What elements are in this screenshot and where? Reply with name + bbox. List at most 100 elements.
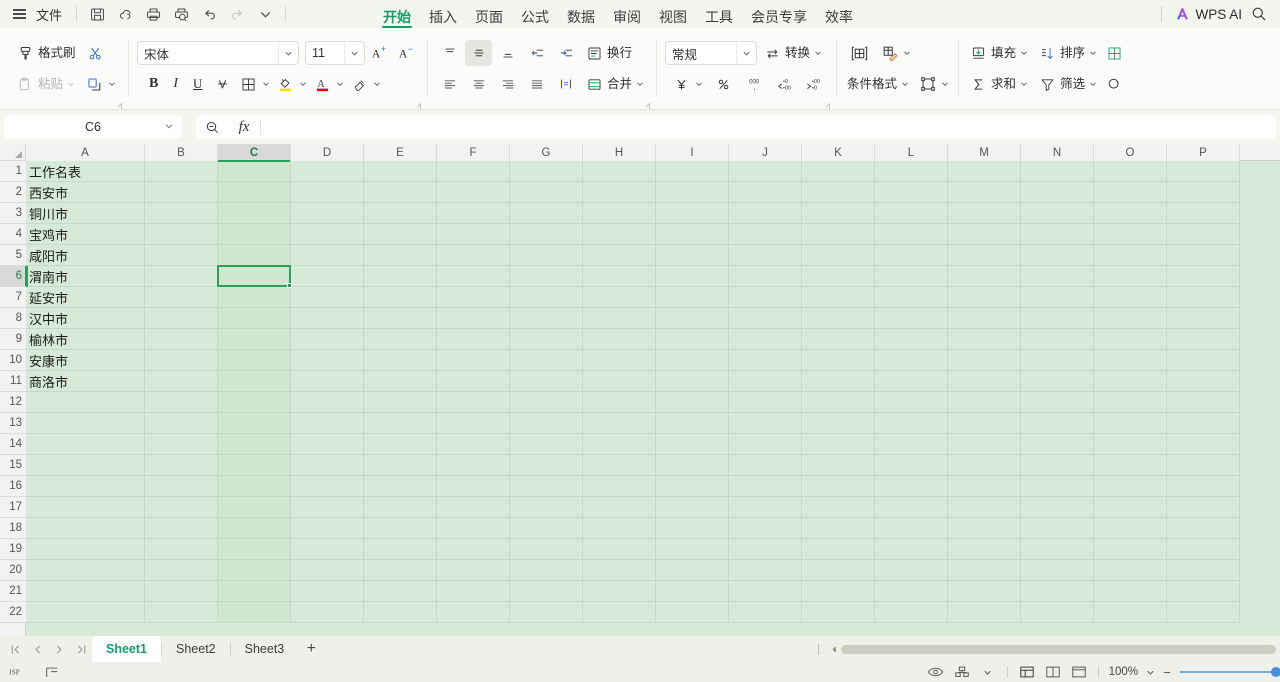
cell-N14[interactable] [1021,434,1094,455]
chevron-down-icon[interactable] [940,80,949,89]
align-bottom-button[interactable] [494,40,521,66]
cell-N19[interactable] [1021,539,1094,560]
chevron-down-icon[interactable] [164,118,174,136]
cell-L19[interactable] [875,539,948,560]
cell-O12[interactable] [1094,392,1167,413]
cell-A3[interactable]: 铜川市 [26,203,145,224]
cell-I8[interactable] [656,308,729,329]
find-button[interactable] [1103,71,1126,97]
cell-L2[interactable] [875,182,948,203]
row-header-15[interactable]: 15 [0,455,26,476]
column-header-B[interactable]: B [145,144,218,161]
cell-E10[interactable] [364,350,437,371]
cell-K13[interactable] [802,413,875,434]
file-menu-button[interactable]: 文件 [30,3,70,26]
cell-M16[interactable] [948,476,1021,497]
cell-I17[interactable] [656,497,729,518]
row-header-4[interactable]: 4 [0,224,26,245]
cell-I20[interactable] [656,560,729,581]
column-header-E[interactable]: E [364,144,437,161]
scrollbar-thumb[interactable] [841,644,1276,654]
cell-B14[interactable] [145,434,218,455]
cell-I14[interactable] [656,434,729,455]
cell-L8[interactable] [875,308,948,329]
tab-view[interactable]: 视图 [650,10,696,28]
cell-A9[interactable]: 榆林市 [26,329,145,350]
cell-E1[interactable] [364,161,437,182]
cell-F19[interactable] [437,539,510,560]
column-header-C[interactable]: C [218,144,291,162]
increase-decimal-button[interactable]: •00 •0 [801,71,828,97]
cell-N12[interactable] [1021,392,1094,413]
cell-H16[interactable] [583,476,656,497]
number-format-value[interactable]: 常规 [666,42,736,64]
cell-P14[interactable] [1167,434,1240,455]
cell-P6[interactable] [1167,266,1240,287]
cell-L5[interactable] [875,245,948,266]
cell-F5[interactable] [437,245,510,266]
cell-C20[interactable] [218,560,291,581]
cut-button[interactable] [82,40,109,66]
cell-P2[interactable] [1167,182,1240,203]
cell-M14[interactable] [948,434,1021,455]
row-header-11[interactable]: 11 [0,371,26,392]
cell-G10[interactable] [510,350,583,371]
tab-formula[interactable]: 公式 [512,10,558,28]
cell-C22[interactable] [218,602,291,623]
cell-B15[interactable] [145,455,218,476]
cell-K18[interactable] [802,518,875,539]
cell-G15[interactable] [510,455,583,476]
sheet-tab-sheet3[interactable]: Sheet3 [231,636,299,662]
cell-P21[interactable] [1167,581,1240,602]
cell-A4[interactable]: 宝鸡市 [26,224,145,245]
cell-J16[interactable] [729,476,802,497]
cell-N5[interactable] [1021,245,1094,266]
print-icon[interactable] [139,2,167,26]
zoom-chevron-down-icon[interactable] [1143,663,1157,681]
cell-J12[interactable] [729,392,802,413]
cell-F20[interactable] [437,560,510,581]
insert-function-button[interactable]: fx [228,115,260,139]
cell-I16[interactable] [656,476,729,497]
cell-C10[interactable] [218,350,291,371]
cell-I11[interactable] [656,371,729,392]
cell-P9[interactable] [1167,329,1240,350]
cell-D16[interactable] [291,476,364,497]
cell-H3[interactable] [583,203,656,224]
formula-input[interactable] [261,115,1276,139]
cell-E7[interactable] [364,287,437,308]
cell-N2[interactable] [1021,182,1094,203]
chevron-down-icon[interactable] [635,80,644,89]
fill-button[interactable]: 填充 [965,40,1032,66]
cell-B6[interactable] [145,266,218,287]
cell-H10[interactable] [583,350,656,371]
cell-K1[interactable] [802,161,875,182]
cell-B8[interactable] [145,308,218,329]
row-header-8[interactable]: 8 [0,308,26,329]
alignment-dialog-launcher[interactable] [642,98,651,109]
cell-A2[interactable]: 西安市 [26,182,145,203]
cell-B5[interactable] [145,245,218,266]
cell-D1[interactable] [291,161,364,182]
cell-O8[interactable] [1094,308,1167,329]
cell-J6[interactable] [729,266,802,287]
cell-K8[interactable] [802,308,875,329]
cell-A13[interactable] [26,413,145,434]
cell-G22[interactable] [510,602,583,623]
cell-I9[interactable] [656,329,729,350]
cell-D19[interactable] [291,539,364,560]
cell-I10[interactable] [656,350,729,371]
cell-O18[interactable] [1094,518,1167,539]
cell-F14[interactable] [437,434,510,455]
cell-F1[interactable] [437,161,510,182]
zoom-slider[interactable]: − [1159,664,1280,680]
clipboard-dialog-launcher[interactable] [114,98,123,109]
cell-K7[interactable] [802,287,875,308]
column-header-I[interactable]: I [656,144,729,161]
cell-A1[interactable]: 工作名表 [26,161,145,182]
column-header-H[interactable]: H [583,144,656,161]
cell-O1[interactable] [1094,161,1167,182]
cell-L22[interactable] [875,602,948,623]
cell-D18[interactable] [291,518,364,539]
cell-E13[interactable] [364,413,437,434]
